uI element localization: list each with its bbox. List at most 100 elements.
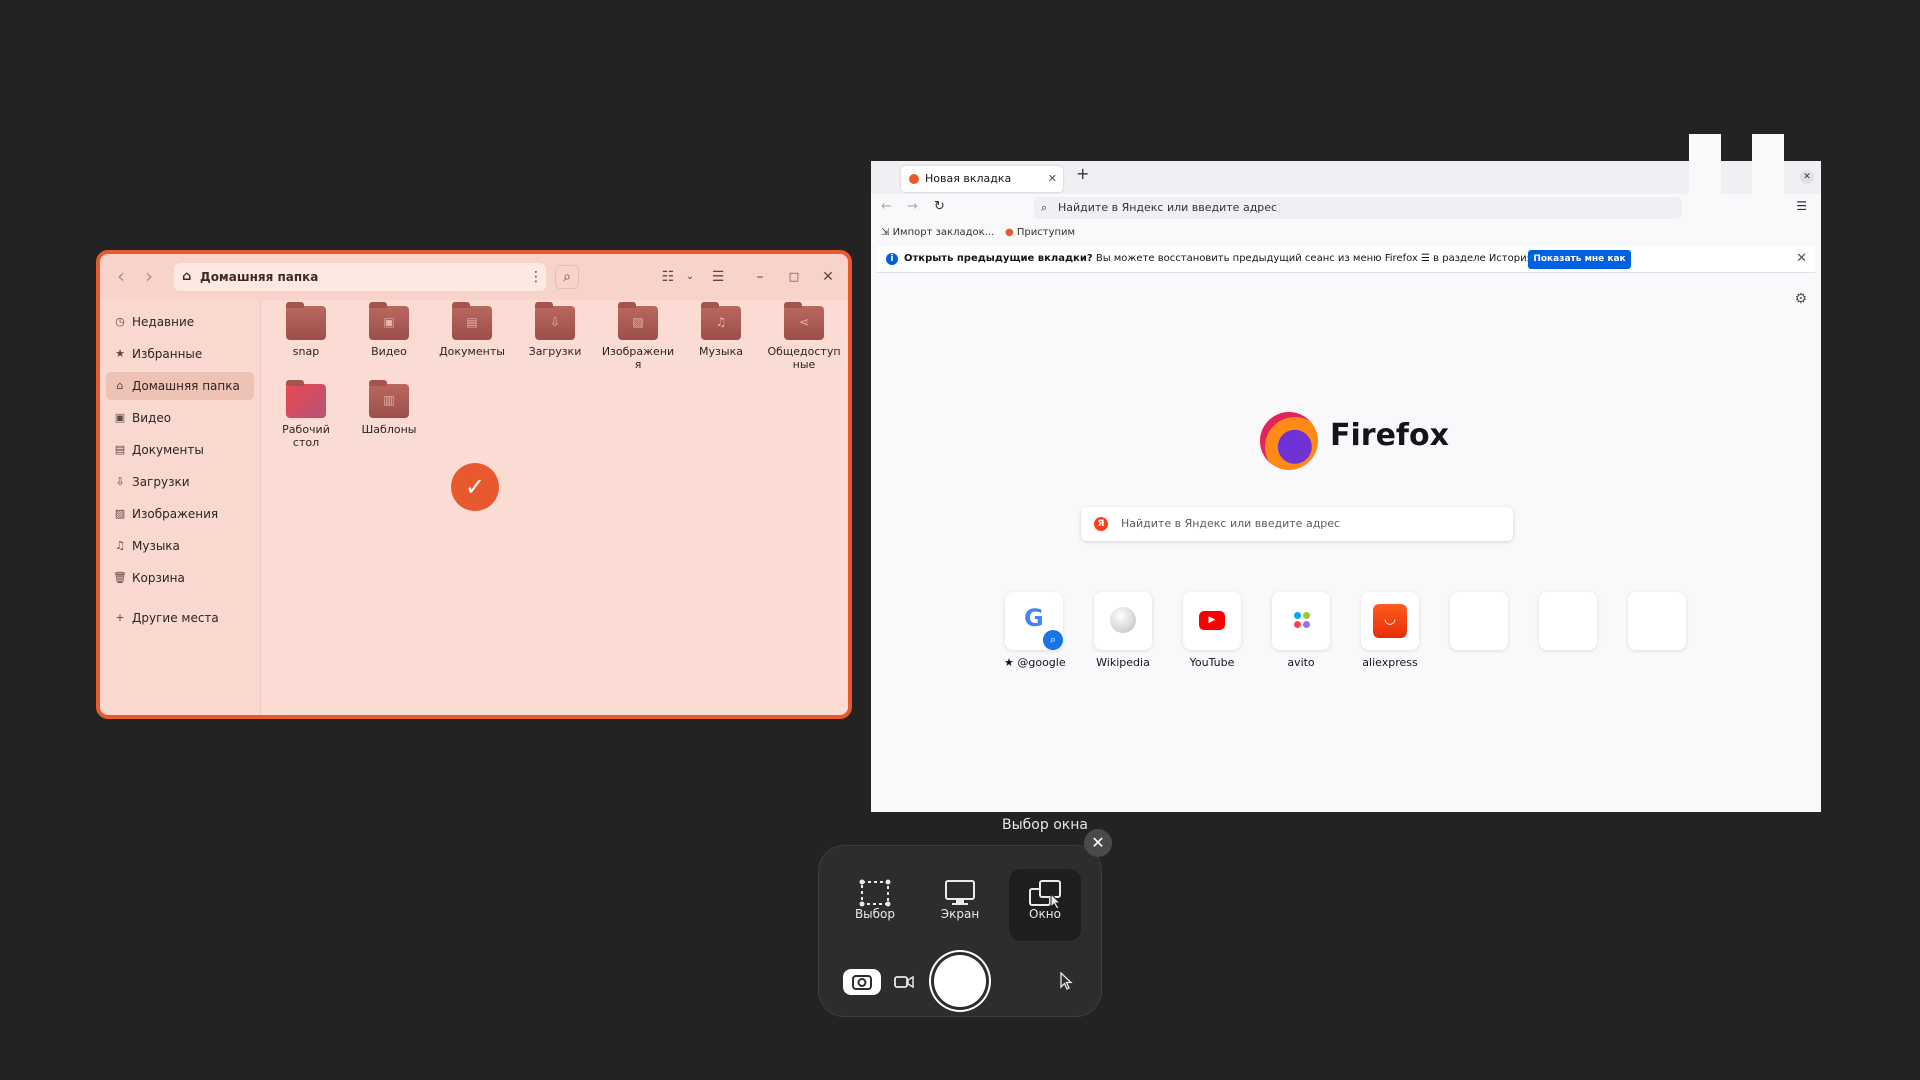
sidebar-item-videos[interactable]: ▣ Видео — [106, 404, 254, 432]
folder-desktop[interactable]: Рабочий стол — [268, 380, 344, 449]
capture-button[interactable] — [934, 955, 986, 1007]
star-icon: ★ — [115, 347, 125, 360]
selected-window-check-icon: ✓ — [451, 463, 499, 511]
maximize-button[interactable]: □ — [782, 265, 806, 289]
app-menu-icon[interactable]: ☰ — [1796, 199, 1807, 213]
mode-window-button[interactable]: Окно — [1009, 869, 1081, 941]
folder-documents[interactable]: ▤ Документы — [434, 302, 510, 358]
view-options-button[interactable]: ⌄ — [678, 265, 702, 289]
close-button[interactable]: ✕ — [816, 265, 840, 289]
info-icon: i — [886, 253, 898, 265]
show-pointer-toggle[interactable] — [1059, 971, 1073, 990]
sidebar-item-pictures[interactable]: ▨ Изображения — [106, 500, 254, 528]
firefox-logo: Firefox — [1260, 408, 1449, 472]
mode-label: Экран — [940, 907, 980, 921]
shortcut-empty[interactable] — [1449, 592, 1509, 650]
sidebar-item-home[interactable]: ⌂ Домашняя папка — [106, 372, 254, 400]
tab-new-tab[interactable]: Новая вкладка ✕ — [901, 166, 1063, 192]
minimize-button[interactable]: – — [748, 265, 772, 289]
import-icon: ⇲ — [881, 227, 893, 238]
window-select-tooltip: Выбор окна — [1002, 817, 1088, 833]
forward-button[interactable]: › — [136, 264, 162, 290]
search-icon: ⌕ — [563, 269, 571, 285]
sidebar: ◷ Недавние ★ Избранные ⌂ Домашняя папка ▣ Ви… — [100, 300, 261, 715]
sidebar-item-starred[interactable]: ★ Избранные — [106, 340, 254, 368]
path-menu-button[interactable]: ⋮ — [524, 265, 548, 289]
bookmark-import[interactable]: ⇲ Импорт закладок... — [881, 227, 994, 238]
firefox-window[interactable]: Новая вкладка ✕ + ✕ ← → ↻ ⌕ Найдите в Ян… — [871, 161, 1821, 812]
aliexpress-icon: ◡ — [1361, 592, 1419, 650]
sidebar-item-trash[interactable]: 🗑︎ Корзина — [106, 564, 254, 592]
search-placeholder: Найдите в Яндекс или введите адрес — [1121, 517, 1341, 530]
firefox-logo-icon — [1260, 412, 1318, 470]
mode-label: Окно — [1029, 907, 1061, 921]
shortcut-google[interactable]: G ⌕ ★ @google — [1004, 592, 1066, 669]
folder-icon — [286, 302, 326, 340]
folder-snap[interactable]: snap — [268, 302, 344, 358]
folder-label: Рабочий стол — [282, 423, 330, 449]
shortcut-label: ★ @google — [1004, 656, 1066, 669]
folder-templates[interactable]: ▥ Шаблоны — [351, 380, 427, 436]
trash-icon: 🗑︎ — [113, 571, 127, 584]
close-icon[interactable]: ✕ — [1796, 246, 1807, 272]
close-icon: ✕ — [1091, 833, 1105, 852]
gear-icon[interactable]: ⚙ — [1794, 291, 1807, 307]
main-menu-button[interactable]: ☰ — [706, 265, 730, 289]
camera-icon — [852, 975, 872, 990]
sidebar-item-label: Другие места — [132, 611, 219, 625]
mode-selection-button[interactable]: Выбор — [839, 869, 911, 941]
new-tab-button[interactable]: + — [1076, 164, 1089, 183]
bookmark-get-started[interactable]: ● Приступим — [1005, 227, 1075, 238]
view-list-button[interactable]: ☷ — [656, 265, 680, 289]
sidebar-item-other-locations[interactable]: + Другие места — [106, 604, 254, 632]
video-icon: ▣ — [114, 411, 126, 424]
url-bar[interactable]: ⌕ Найдите в Яндекс или введите адрес — [1034, 197, 1682, 219]
close-tab-icon[interactable]: ✕ — [1048, 166, 1057, 192]
folder-videos[interactable]: ▣ Видео — [351, 302, 427, 358]
back-arrow-icon[interactable]: ← — [881, 199, 892, 214]
screenshot-mode-button[interactable] — [843, 969, 881, 995]
file-manager-header: ‹ › ⌂ Домашняя папка ⋮ ⌕ ☷ ⌄ ☰ – □ ✕ — [100, 254, 848, 300]
path-label: Домашняя папка — [200, 270, 319, 284]
folder-label: Видео — [371, 345, 407, 358]
close-screenshot-tool-button[interactable]: ✕ — [1084, 829, 1112, 857]
clock-icon: ◷ — [115, 315, 125, 328]
shortcut-empty[interactable] — [1627, 592, 1687, 650]
shortcut-wikipedia[interactable]: Wikipedia — [1093, 592, 1153, 669]
screen-icon — [924, 869, 996, 907]
sidebar-item-downloads[interactable]: ⇩ Загрузки — [106, 468, 254, 496]
search-box[interactable]: Я Найдите в Яндекс или введите адрес — [1081, 507, 1513, 541]
url-placeholder: Найдите в Яндекс или введите адрес — [1058, 201, 1278, 214]
search-button[interactable]: ⌕ — [555, 265, 579, 289]
firefox-favicon-icon: ● — [1005, 227, 1017, 238]
folder-downloads[interactable]: ⇩ Загрузки — [517, 302, 593, 358]
back-button[interactable]: ‹ — [108, 264, 134, 290]
path-bar[interactable]: ⌂ Домашняя папка — [174, 263, 546, 291]
search-icon: ⌕ — [1043, 630, 1063, 650]
window-close-button[interactable]: ✕ — [1800, 170, 1814, 184]
pointer-icon — [1060, 971, 1073, 990]
nav-bar: ← → ↻ ⌕ Найдите в Яндекс или введите адр… — [871, 194, 1821, 223]
forward-arrow-icon[interactable]: → — [907, 199, 918, 214]
download-icon: ⇩ — [115, 475, 125, 488]
shortcut-avito[interactable]: avito — [1271, 592, 1331, 669]
mode-screen-button[interactable]: Экран — [924, 869, 996, 941]
sidebar-item-documents[interactable]: ▤ Документы — [106, 436, 254, 464]
folder-public[interactable]: ⋖ Общедоступные — [766, 302, 842, 371]
screencast-mode-button[interactable] — [894, 974, 914, 990]
folder-pictures[interactable]: ▨ Изображения — [600, 302, 676, 371]
window-icon — [1009, 869, 1081, 910]
folder-music[interactable]: ♫ Музыка — [683, 302, 759, 358]
plus-icon: + — [115, 611, 125, 624]
avito-icon — [1272, 592, 1330, 650]
hamburger-icon: ☰ — [711, 269, 725, 285]
sidebar-item-recent[interactable]: ◷ Недавние — [106, 308, 254, 336]
shortcut-aliexpress[interactable]: ◡ aliexpress — [1360, 592, 1420, 669]
sidebar-item-music[interactable]: ♫ Музыка — [106, 532, 254, 560]
sidebar-item-label: Избранные — [132, 347, 203, 361]
shortcut-youtube[interactable]: ▶ YouTube — [1182, 592, 1242, 669]
sidebar-item-label: Корзина — [132, 571, 185, 585]
shortcut-empty[interactable] — [1538, 592, 1598, 650]
reload-icon[interactable]: ↻ — [934, 199, 945, 214]
show-me-how-button[interactable]: Показать мне как — [1528, 250, 1631, 269]
